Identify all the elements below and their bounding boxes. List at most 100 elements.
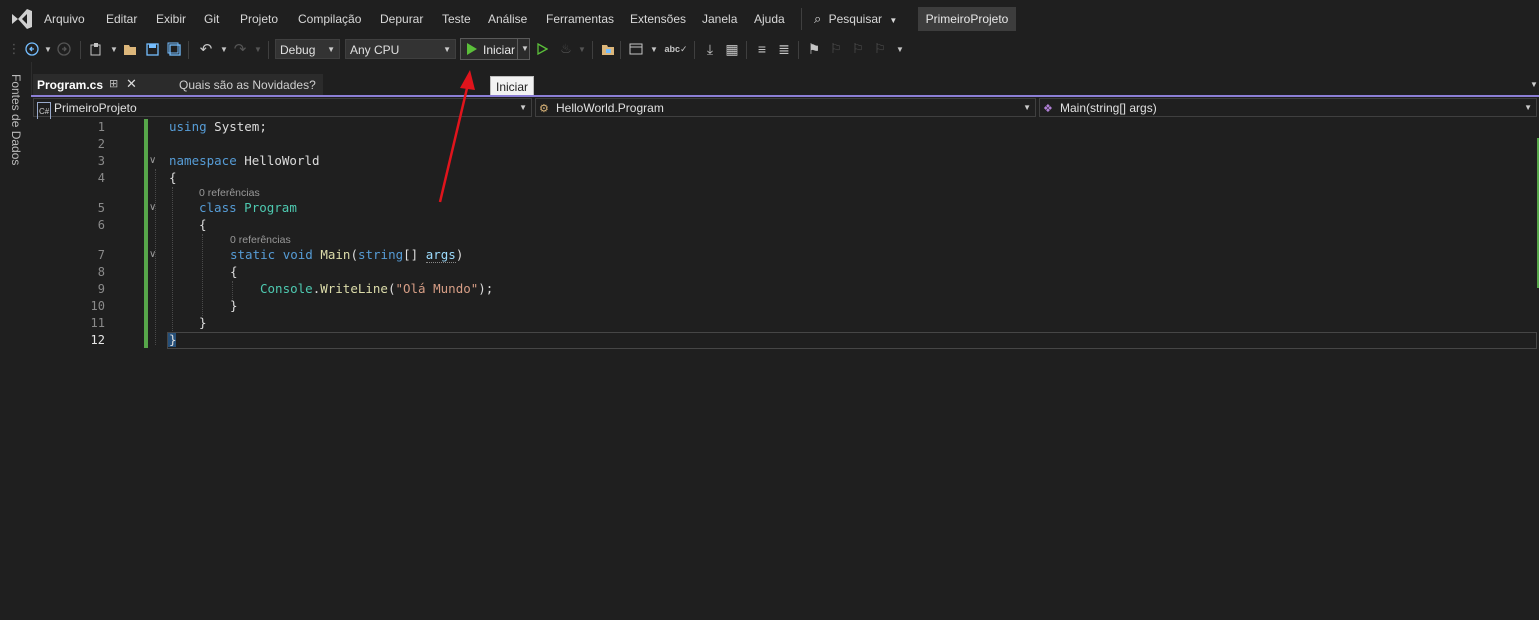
menu-bar: Arquivo Editar Exibir Git Projeto Compil… [0,0,1539,38]
data-sources-tab[interactable]: Fontes de Dados [9,74,23,165]
menu-ferramentas[interactable]: Ferramentas [546,12,614,26]
tab-program-cs[interactable]: Program.cs ⊞ ✕ [33,74,173,96]
codelens-references[interactable]: 0 referências [230,234,291,246]
undo-icon[interactable]: ↶ [196,38,216,60]
line-number: 4 [97,171,105,185]
code-line-9: Console.WriteLine("Olá Mundo"); [260,281,494,296]
code-line-4: { [169,170,177,185]
menu-extensoes[interactable]: Extensões [630,12,686,26]
pin-icon[interactable]: ⊞ [109,77,118,90]
code-editor[interactable]: 1 2 3 4 5 6 7 8 9 10 11 12 ∨ ∨ ∨ using S… [49,119,1539,620]
class-icon: ⚙ [539,103,549,115]
indent-guide [202,234,203,316]
search-button[interactable]: ⌕ Pesquisar ▼ [814,11,897,27]
open-folder-icon[interactable] [120,38,140,60]
menu-editar[interactable]: Editar [106,12,137,26]
menu-teste[interactable]: Teste [442,12,471,26]
configuration-value: Debug [280,43,316,57]
menu-ajuda[interactable]: Ajuda [754,12,785,26]
platform-value: Any CPU [350,43,400,57]
current-line-highlight [167,332,1537,349]
menu-analise[interactable]: Análise [488,12,527,26]
solution-explorer-icon[interactable] [598,38,618,60]
tabs-dropdown-icon[interactable]: ▼ [1530,80,1538,89]
tab-label: Quais são as Novidades? [179,78,316,92]
codelens-references[interactable]: 0 referências [199,187,260,199]
tab-whats-new[interactable]: Quais são as Novidades? [173,74,323,96]
next-bookmark-icon[interactable]: ⚐ [848,38,868,60]
start-debugging-button[interactable]: Iniciar ▼ [460,38,530,60]
line-number: 7 [97,248,105,262]
solution-name-badge: PrimeiroProjeto [918,7,1016,31]
line-number-current: 12 [90,333,105,347]
toolbar-separator [80,41,81,59]
browser-link-icon[interactable] [626,38,646,60]
navigation-bar: C# PrimeiroProjeto ▼ ⚙ HelloWorld.Progra… [31,97,1539,122]
start-without-debugging-icon[interactable] [532,38,552,60]
start-label: Iniciar [483,43,516,57]
menu-projeto[interactable]: Projeto [240,12,278,26]
toolbar-separator [592,41,593,59]
code-line-7: static void Main(string[] args) [230,247,464,263]
toolbar-separator [798,41,799,59]
line-number: 1 [97,120,105,134]
toolbar-separator [694,41,695,59]
visual-studio-logo-icon[interactable] [10,8,34,30]
clear-bookmarks-icon[interactable]: ⚐ [870,38,890,60]
member-dropdown[interactable]: ❖ Main(string[] args) ▼ [1039,98,1537,117]
menu-arquivo[interactable]: Arquivo [44,12,85,26]
redo-icon[interactable]: ↷ [230,38,250,60]
spell-check-icon[interactable]: abc✓ [664,38,687,60]
code-line-1: using System; [169,119,267,134]
chevron-down-icon[interactable]: ▼ [644,38,664,60]
line-number: 11 [90,316,105,330]
chevron-down-icon[interactable]: ▼ [521,44,529,53]
search-label: Pesquisar [828,12,882,26]
chevron-down-icon: ▼ [1524,103,1532,112]
chevron-down-icon: ▼ [327,45,335,54]
menu-exibir[interactable]: Exibir [156,12,186,26]
fold-collapse-icon[interactable]: ∨ [149,155,156,166]
document-tabs: Program.cs ⊞ ✕ Quais são as Novidades? [31,74,1539,96]
menu-janela[interactable]: Janela [702,12,737,26]
toolbar-separator [620,41,621,59]
method-icon: ❖ [1043,103,1053,115]
toolbar-separator [268,41,269,59]
menu-separator [801,8,802,30]
step-into-specific-icon[interactable]: ⤓ [700,38,720,60]
toolbar-separator [746,41,747,59]
fold-guide [155,169,156,345]
navigate-forward-icon[interactable] [54,38,74,60]
chevron-down-icon[interactable]: ▼ [572,38,592,60]
breakpoint-layout-icon[interactable]: ▦ [722,38,742,60]
menu-git[interactable]: Git [204,12,219,26]
chevron-down-icon: ▼ [1023,103,1031,112]
saved-changes-bar [144,119,148,348]
code-line-12: } [169,332,177,347]
line-number: 9 [97,282,105,296]
play-icon [467,43,477,55]
close-icon[interactable]: ✕ [126,76,137,92]
bookmark-icon[interactable]: ⚑ [804,38,824,60]
line-number: 8 [97,265,105,279]
save-icon[interactable] [142,38,162,60]
toolbar-overflow-icon[interactable]: ▼ [890,38,910,60]
previous-bookmark-icon[interactable]: ⚐ [826,38,846,60]
search-icon: ⌕ [814,11,822,26]
new-project-icon[interactable] [86,38,106,60]
save-all-icon[interactable] [164,38,184,60]
toolbar-grip-icon[interactable]: ⋮ [8,38,21,60]
code-line-3: namespace HelloWorld [169,153,320,168]
menu-compilacao[interactable]: Compilação [298,12,361,26]
uncomment-lines-icon[interactable]: ≣ [774,38,794,60]
menu-depurar[interactable]: Depurar [380,12,423,26]
member-value: Main(string[] args) [1060,101,1157,115]
solution-configuration-select[interactable]: Debug ▼ [275,39,340,59]
code-line-11: } [199,315,207,330]
comment-lines-icon[interactable]: ≡ [752,38,772,60]
solution-platform-select[interactable]: Any CPU ▼ [345,39,456,59]
chevron-down-icon: ▼ [889,16,898,25]
annotation-arrow-icon [438,70,475,203]
chevron-down-icon[interactable]: ▼ [248,38,268,60]
type-dropdown[interactable]: ⚙ HelloWorld.Program ▼ [535,98,1036,117]
